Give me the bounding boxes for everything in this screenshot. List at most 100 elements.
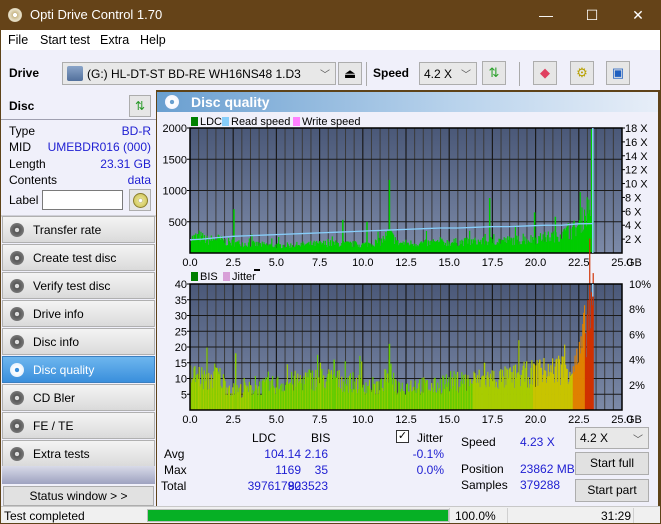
nav-label: Verify test disc bbox=[33, 279, 111, 293]
y2-tick-label: 2% bbox=[629, 380, 645, 392]
x-tick-label: 17.5 bbox=[482, 257, 503, 269]
menu-start-test[interactable]: Start test bbox=[40, 33, 90, 47]
nav-extra-tests[interactable]: Extra tests bbox=[2, 440, 155, 467]
x-tick-label: 17.5 bbox=[482, 414, 503, 426]
x-tick-label: 10.0 bbox=[352, 414, 373, 426]
stats-total-bis: 823523 bbox=[287, 479, 328, 493]
y-tick-label: 10 bbox=[175, 374, 187, 386]
y2-tick-label: 16 X bbox=[625, 137, 648, 149]
nav-fe-te[interactable]: FE / TE bbox=[2, 412, 155, 439]
toolbar-separator bbox=[519, 62, 520, 86]
toolbar: Drive (G:) HL-DT-ST BD-RE WH16NS48 1.D3 … bbox=[1, 50, 660, 90]
nav-disc-info[interactable]: Disc info bbox=[2, 328, 155, 355]
legend-read-speed-swatch bbox=[222, 117, 229, 126]
y2-tick-label: 4% bbox=[629, 355, 645, 367]
close-button[interactable]: ✕ bbox=[615, 0, 661, 30]
panel-header: Disc quality bbox=[157, 92, 658, 112]
y2-tick-label: 12 X bbox=[625, 165, 648, 177]
eject-button[interactable]: ⏏ bbox=[338, 62, 362, 85]
maximize-button[interactable]: ☐ bbox=[569, 0, 615, 30]
statusbar-divider bbox=[449, 508, 450, 523]
speed-readout-value: 4.23 X bbox=[520, 435, 555, 449]
nav-transfer-rate[interactable]: Transfer rate bbox=[2, 216, 155, 243]
disc-tool-icon bbox=[10, 223, 24, 237]
nav-drive-info[interactable]: Drive info bbox=[2, 300, 155, 327]
nav-create-test-disc[interactable]: Create test disc bbox=[2, 244, 155, 271]
test-speed-select[interactable]: 4.2 X ﹀ bbox=[575, 427, 649, 449]
legend-bis-swatch bbox=[191, 272, 198, 281]
nav-cd-bler[interactable]: CD Bler bbox=[2, 384, 155, 411]
disc-tool-icon bbox=[10, 307, 24, 321]
minimize-button[interactable]: — bbox=[523, 0, 569, 30]
stats-total-label: Total bbox=[161, 479, 187, 493]
erase-button[interactable]: ◆ bbox=[533, 61, 557, 85]
jitter-checkbox[interactable]: ✓ bbox=[396, 430, 409, 443]
stats-header-bis: BIS bbox=[311, 431, 331, 445]
refresh-button[interactable]: ⇅ bbox=[482, 61, 506, 85]
y-tick-label: 2000 bbox=[163, 123, 187, 135]
app-disc-icon bbox=[8, 8, 22, 22]
jitter-label: Jitter bbox=[417, 431, 444, 445]
menu-bar: File Start test Extra Help bbox=[1, 30, 660, 50]
stats-max-bis: 35 bbox=[314, 463, 328, 477]
statusbar-divider bbox=[507, 508, 508, 523]
ldc-spike bbox=[342, 219, 344, 253]
y2-tick-label: 14 X bbox=[625, 151, 648, 163]
menu-extra[interactable]: Extra bbox=[100, 33, 129, 47]
x-tick-label: 12.5 bbox=[395, 257, 416, 269]
y-tick-label: 500 bbox=[169, 217, 187, 229]
speed-select[interactable]: 4.2 X ﹀ bbox=[419, 62, 477, 85]
ldc-spike bbox=[554, 216, 557, 253]
settings-button[interactable]: ⚙ bbox=[570, 61, 594, 85]
app-window: Opti Drive Control 1.70 — ☐ ✕ File Start… bbox=[0, 0, 661, 524]
nav-label: Drive info bbox=[33, 307, 84, 321]
start-full-button[interactable]: Start full bbox=[575, 452, 649, 475]
bis-spike bbox=[333, 359, 335, 410]
disc-refresh-button[interactable]: ⇅ bbox=[129, 95, 151, 117]
x-axis-unit: GB bbox=[626, 414, 642, 426]
disc-tool-icon bbox=[10, 251, 24, 265]
legend-jitter: Jitter bbox=[232, 271, 256, 283]
x-axis-unit: GB bbox=[626, 257, 642, 269]
x-tick-label: 12.5 bbox=[395, 414, 416, 426]
position-label: Position bbox=[461, 462, 504, 476]
chevron-down-icon: ﹀ bbox=[633, 435, 643, 446]
erase-icon: ◆ bbox=[540, 65, 550, 80]
disc-label-label: Label bbox=[9, 193, 39, 207]
nav-label: Disc quality bbox=[33, 363, 95, 377]
y-tick-label: 5 bbox=[181, 389, 187, 401]
y-tick-label: 25 bbox=[175, 326, 187, 338]
disc-contents-value: data bbox=[127, 173, 151, 187]
cd-icon bbox=[133, 193, 148, 208]
save-button[interactable]: ▣ bbox=[606, 61, 630, 85]
bis-spike bbox=[388, 343, 391, 410]
menu-help[interactable]: Help bbox=[140, 33, 166, 47]
bis-spike bbox=[234, 353, 237, 410]
disc-type-label: Type bbox=[9, 124, 36, 138]
window-title: Opti Drive Control 1.70 bbox=[30, 7, 163, 22]
x-tick-label: 15.0 bbox=[438, 414, 459, 426]
chevron-down-icon: ﹀ bbox=[320, 70, 330, 81]
start-part-button[interactable]: Start part bbox=[575, 479, 649, 502]
x-tick-label: 7.5 bbox=[312, 257, 327, 269]
disc-label-button[interactable] bbox=[129, 189, 151, 211]
legend-ldc: LDC bbox=[200, 116, 222, 128]
progress-fill bbox=[148, 510, 448, 521]
disc-mid-row: MID UMEBDR016 (000) bbox=[9, 140, 151, 156]
menu-file[interactable]: File bbox=[8, 33, 28, 47]
save-icon: ▣ bbox=[611, 65, 625, 80]
status-window-button[interactable]: Status window > > bbox=[3, 486, 154, 506]
nav-verify-test-disc[interactable]: Verify test disc bbox=[2, 272, 155, 299]
stats-avg-label: Avg bbox=[164, 447, 185, 461]
nav-disc-quality[interactable]: Disc quality bbox=[2, 356, 155, 383]
disc-length-row: Length 23.31 GB bbox=[9, 157, 151, 173]
disc-label-input[interactable] bbox=[42, 190, 123, 210]
drive-select[interactable]: (G:) HL-DT-ST BD-RE WH16NS48 1.D3 ﹀ bbox=[62, 62, 336, 85]
stats-max-ldc: 1169 bbox=[275, 463, 301, 477]
nav-label: Create test disc bbox=[33, 251, 117, 265]
samples-label: Samples bbox=[461, 478, 508, 492]
disc-mid-label: MID bbox=[9, 140, 31, 154]
disc-type-value: BD-R bbox=[121, 124, 151, 138]
y2-tick-label: 4 X bbox=[625, 220, 642, 232]
disc-tool-icon bbox=[10, 391, 24, 405]
